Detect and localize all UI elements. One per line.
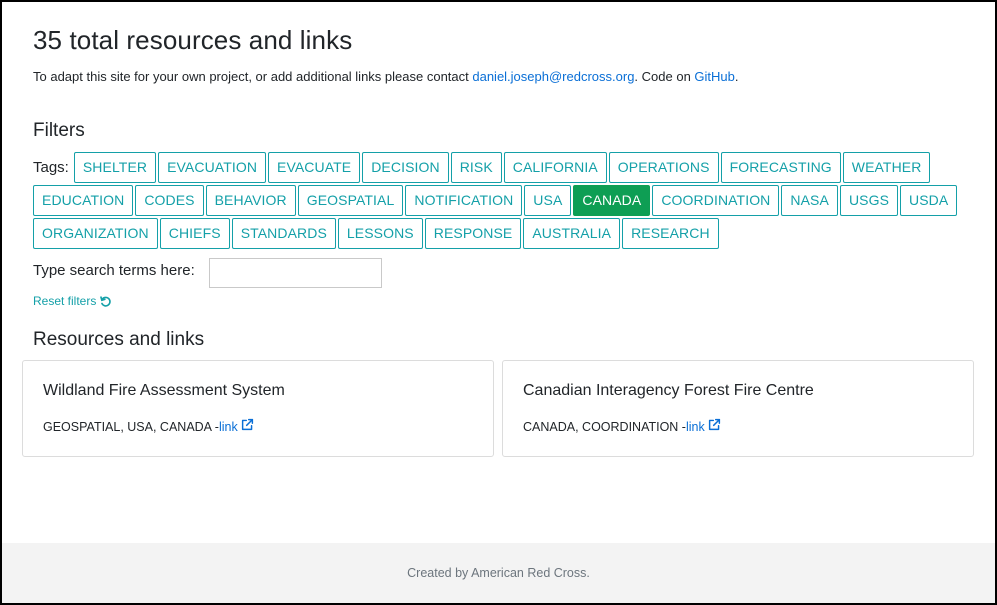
tags-row-3: ORGANIZATION CHIEFS STANDARDS LESSONS RE… (33, 218, 719, 249)
tag-behavior[interactable]: BEHAVIOR (205, 185, 296, 216)
search-input[interactable] (209, 258, 382, 288)
tag-risk[interactable]: RISK (450, 152, 502, 183)
tag-evacuate[interactable]: EVACUATE (268, 152, 361, 183)
intro-middle: . Code on (634, 69, 695, 84)
tag-response[interactable]: RESPONSE (424, 218, 522, 249)
tag-weather[interactable]: WEATHER (842, 152, 931, 183)
tag-geospatial[interactable]: GEOSPATIAL (297, 185, 404, 216)
resource-card-meta: CANADA, COORDINATION - link (523, 418, 721, 435)
tag-australia[interactable]: AUSTRALIA (523, 218, 621, 249)
resource-card-title: Wildland Fire Assessment System (43, 382, 285, 399)
resource-card-meta: GEOSPATIAL, USA, CANADA - link (43, 418, 254, 435)
tags-row-1: Tags: SHELTER EVACUATION EVACUATE DECISI… (33, 152, 931, 183)
tag-coordination[interactable]: COORDINATION (652, 185, 780, 216)
resource-link[interactable]: link (219, 418, 254, 435)
intro-prefix: To adapt this site for your own project,… (33, 69, 473, 84)
tag-notification[interactable]: NOTIFICATION (405, 185, 523, 216)
footer: Created by American Red Cross. (2, 543, 995, 603)
intro-text: To adapt this site for your own project,… (33, 68, 739, 86)
tag-decision[interactable]: DECISION (362, 152, 449, 183)
footer-text: Created by American Red Cross. (407, 566, 590, 580)
resource-card: Wildland Fire Assessment System GEOSPATI… (22, 360, 494, 457)
main-content: 35 total resources and links To adapt th… (2, 2, 995, 543)
tag-usgs[interactable]: USGS (839, 185, 899, 216)
resource-link[interactable]: link (686, 418, 721, 435)
tag-usa[interactable]: USA (524, 185, 572, 216)
tag-shelter[interactable]: SHELTER (73, 152, 157, 183)
contact-email-link[interactable]: daniel.joseph@redcross.org (472, 69, 634, 84)
resource-card-title: Canadian Interagency Forest Fire Centre (523, 382, 814, 399)
tag-codes[interactable]: CODES (135, 185, 204, 216)
tag-chiefs[interactable]: CHIEFS (159, 218, 230, 249)
resource-card-tags: CANADA, COORDINATION - (523, 419, 686, 434)
resource-link-label: link (218, 419, 238, 434)
tag-research[interactable]: RESEARCH (622, 218, 719, 249)
resources-heading: Resources and links (33, 329, 205, 350)
tag-california[interactable]: CALIFORNIA (503, 152, 607, 183)
tag-lessons[interactable]: LESSONS (337, 218, 423, 249)
tag-nasa[interactable]: NASA (781, 185, 838, 216)
tags-row-2: EDUCATION CODES BEHAVIOR GEOSPATIAL NOTI… (33, 185, 958, 216)
resource-link-label: link (685, 419, 705, 434)
tag-standards[interactable]: STANDARDS (231, 218, 336, 249)
tag-evacuation[interactable]: EVACUATION (158, 152, 267, 183)
tag-forecasting[interactable]: FORECASTING (720, 152, 841, 183)
external-link-icon (708, 418, 721, 435)
tag-canada-active[interactable]: CANADA (573, 185, 651, 216)
reset-filters-label: Reset filters (33, 294, 97, 308)
tag-education[interactable]: EDUCATION (33, 185, 134, 216)
tags-label: Tags: (33, 159, 69, 176)
page-title: 35 total resources and links (33, 25, 353, 55)
resource-card: Canadian Interagency Forest Fire Centre … (502, 360, 974, 457)
tag-operations[interactable]: OPERATIONS (608, 152, 719, 183)
resource-card-tags: GEOSPATIAL, USA, CANADA - (43, 419, 219, 434)
reset-filters-link[interactable]: Reset filters (33, 294, 112, 308)
tag-organization[interactable]: ORGANIZATION (33, 218, 158, 249)
external-link-icon (241, 418, 254, 435)
search-label: Type search terms here: (33, 262, 195, 279)
github-link[interactable]: GitHub (694, 69, 734, 84)
tag-usda[interactable]: USDA (900, 185, 958, 216)
undo-icon (99, 295, 112, 308)
intro-suffix: . (734, 69, 739, 84)
filters-heading: Filters (33, 120, 85, 141)
